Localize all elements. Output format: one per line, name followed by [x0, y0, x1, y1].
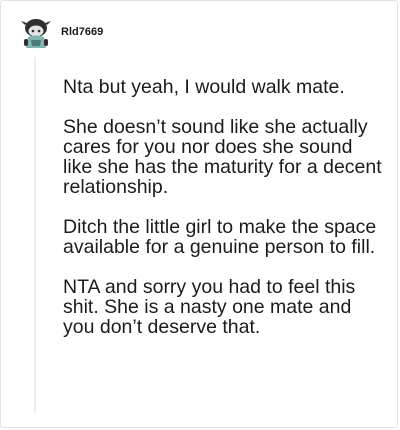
comment-body: Nta but yeah, I would walk mate. She doe…	[63, 77, 383, 357]
comment-header: Rld7669	[19, 15, 103, 51]
comment-paragraph: NTA and sorry you had to feel this shit.…	[63, 276, 356, 338]
comment-paragraph: Ditch the little girl to make the space …	[63, 216, 377, 258]
comment-paragraph: Nta but yeah, I would walk mate.	[63, 76, 345, 98]
comment-card: Rld7669 Nta but yeah, I would walk mate.…	[0, 0, 398, 428]
snoo-avatar-icon	[21, 19, 51, 48]
username[interactable]: Rld7669	[61, 26, 103, 38]
thread-line[interactable]	[34, 57, 36, 413]
comment-paragraph: She doesn’t sound like she actually care…	[63, 116, 382, 198]
avatar[interactable]	[19, 15, 53, 51]
